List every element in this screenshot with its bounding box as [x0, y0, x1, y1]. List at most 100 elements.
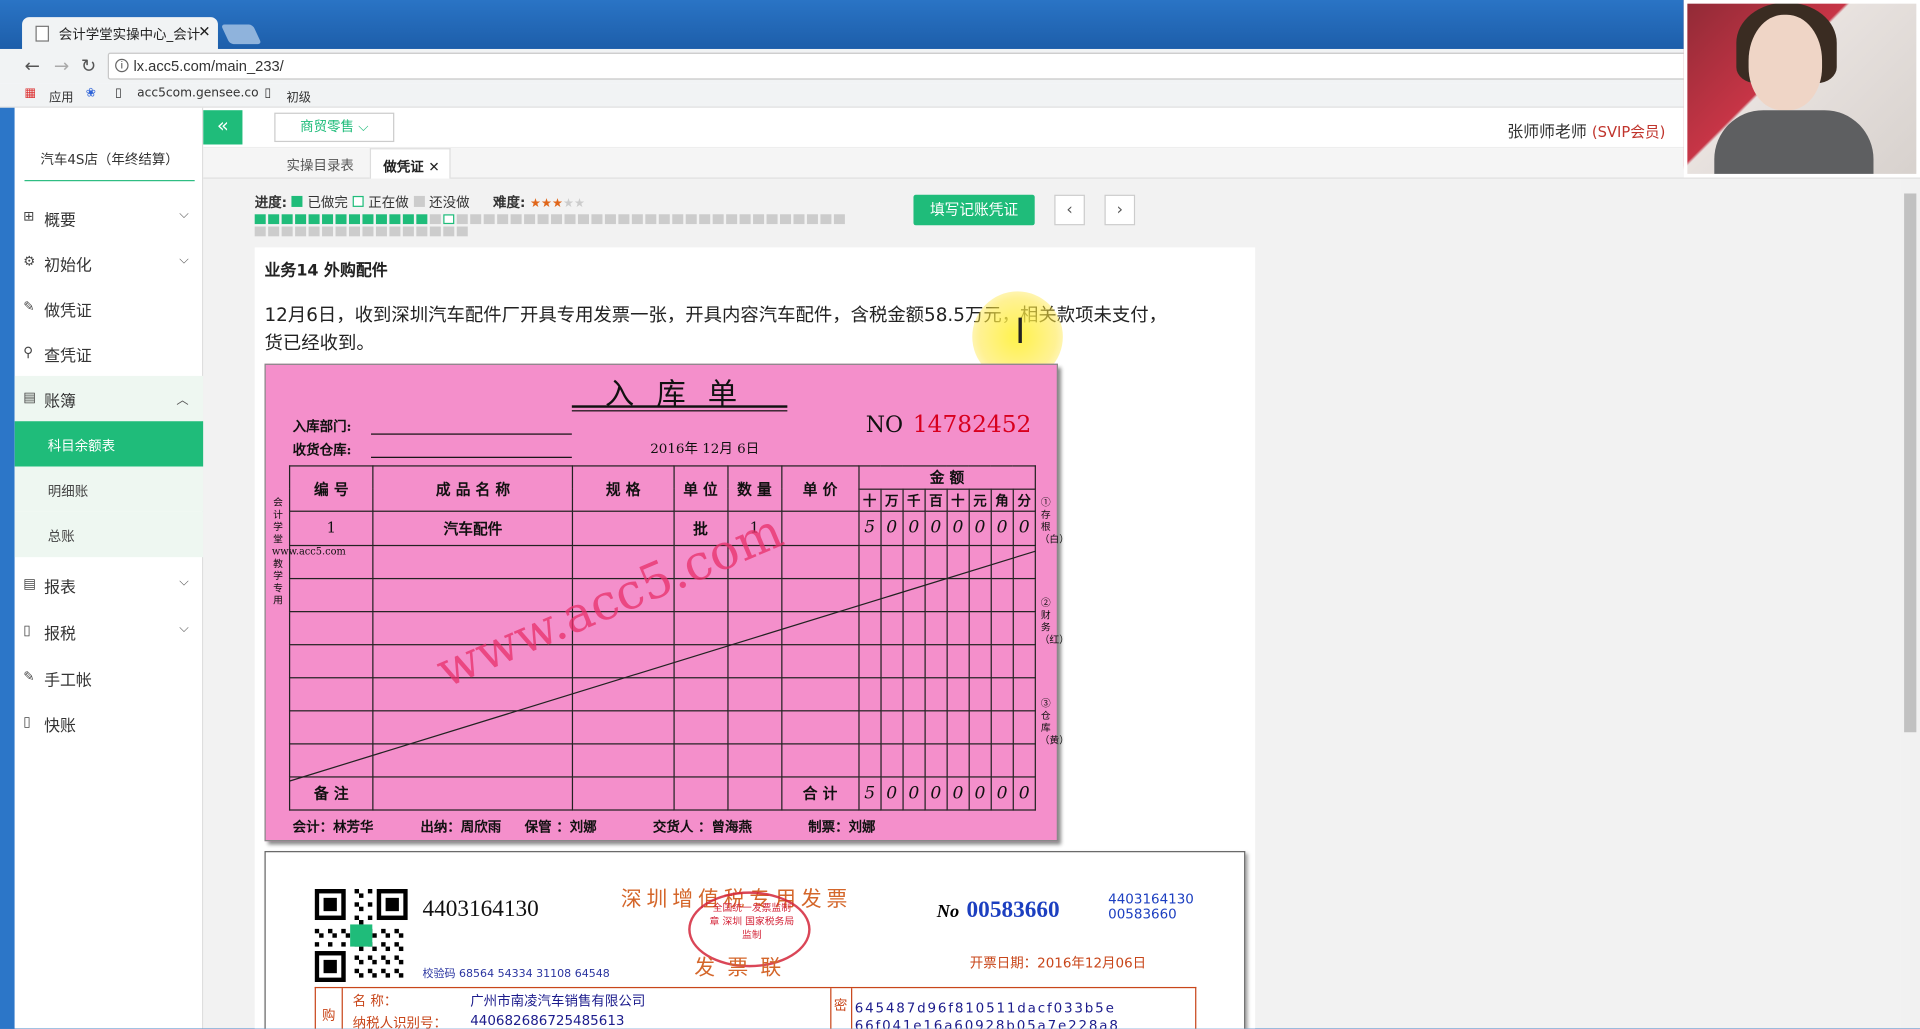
progress-cell[interactable] — [577, 214, 589, 225]
progress-cell[interactable] — [604, 214, 616, 225]
progress-cell[interactable] — [268, 214, 280, 225]
collapse-sidebar-button[interactable]: « — [203, 110, 243, 145]
progress-cell[interactable] — [308, 226, 320, 237]
progress-cell[interactable] — [699, 214, 711, 225]
sidebar-sub-detail[interactable]: 明细账 — [14, 466, 204, 512]
progress-cell[interactable] — [375, 226, 387, 237]
forward-icon[interactable]: → — [54, 55, 69, 77]
progress-cell[interactable] — [375, 214, 387, 225]
sidebar-item-query-voucher[interactable]: ⚲ 查凭证 — [15, 331, 204, 376]
progress-cell[interactable] — [631, 214, 643, 225]
scrollbar-thumb[interactable] — [1904, 193, 1917, 733]
progress-cell[interactable] — [362, 214, 374, 225]
progress-cell[interactable] — [429, 214, 441, 225]
progress-cell[interactable] — [389, 214, 401, 225]
progress-cell[interactable] — [551, 214, 563, 225]
sidebar-item-init[interactable]: ⚙ 初始化 ⌵ — [15, 240, 204, 285]
tab-make-voucher[interactable]: 做凭证 ✕ — [369, 148, 451, 179]
progress-cell[interactable] — [537, 214, 549, 225]
sidebar-sub-balance[interactable]: 科目余额表 — [14, 421, 204, 467]
progress-cell[interactable] — [806, 214, 818, 225]
progress-cell[interactable] — [793, 214, 805, 225]
progress-cell[interactable] — [429, 226, 441, 237]
sidebar-item-overview[interactable]: ⊞ 概要 ⌵ — [15, 195, 204, 240]
progress-cell[interactable] — [753, 214, 765, 225]
progress-cell[interactable] — [658, 214, 670, 225]
progress-cell[interactable] — [739, 214, 751, 225]
progress-cell[interactable] — [268, 226, 280, 237]
progress-cell[interactable] — [766, 214, 778, 225]
progress-cell[interactable] — [672, 214, 684, 225]
user-info[interactable]: 张师师老师 (SVIP会员) — [1507, 119, 1665, 142]
invoice-code: 4403164130 — [422, 896, 539, 923]
browser-tab[interactable]: 会计学堂实操中心_会计 ✕ — [22, 17, 218, 49]
progress-cell[interactable] — [308, 214, 320, 225]
progress-cell[interactable] — [510, 214, 522, 225]
progress-cell[interactable] — [348, 226, 361, 237]
sidebar-item-manual[interactable]: ✎ 手工帐 — [15, 655, 204, 700]
company-name[interactable]: 汽车4S店（年终结算） — [24, 142, 195, 182]
apps-icon[interactable]: ▦ — [24, 87, 36, 100]
progress-cell[interactable] — [456, 226, 468, 237]
prev-button[interactable]: ‹ — [1054, 194, 1085, 226]
progress-cell[interactable] — [416, 214, 428, 225]
buyer-name-label: 名 称： — [352, 993, 398, 1009]
progress-cell[interactable] — [281, 214, 293, 225]
close-icon[interactable]: ✕ — [198, 23, 210, 40]
progress-cell[interactable] — [402, 226, 414, 237]
sidebar-item-quick[interactable]: ▯ 快账 — [15, 700, 204, 745]
progress-cell[interactable] — [820, 214, 832, 225]
info-icon[interactable]: i — [115, 58, 129, 73]
sidebar-item-tax[interactable]: ▯ 报税 ⌵ — [15, 609, 204, 654]
sidebar-sub-general[interactable]: 总账 — [14, 511, 204, 558]
progress-cell[interactable] — [416, 226, 428, 237]
progress-cell[interactable] — [335, 226, 347, 237]
progress-cell[interactable] — [254, 226, 266, 237]
progress-cell[interactable] — [470, 214, 482, 225]
progress-cell[interactable] — [483, 214, 495, 225]
progress-cell[interactable] — [322, 226, 334, 237]
progress-cell[interactable] — [726, 214, 738, 225]
reload-icon[interactable]: ↻ — [81, 55, 96, 77]
progress-cell[interactable] — [618, 214, 630, 225]
progress-cell[interactable] — [645, 214, 657, 225]
fill-voucher-button[interactable]: 填写记账凭证 — [913, 194, 1035, 226]
progress-cell[interactable] — [685, 214, 697, 225]
tax-id-label: 纳税人识别号： — [352, 1015, 447, 1029]
scrollbar[interactable] — [1900, 178, 1920, 1029]
progress-cell[interactable] — [295, 226, 307, 237]
progress-cell[interactable] — [456, 214, 468, 225]
bookmark-apps[interactable]: 应用 — [49, 87, 73, 105]
progress-cell[interactable] — [322, 214, 334, 225]
progress-cell[interactable] — [833, 214, 845, 225]
next-button[interactable]: › — [1104, 194, 1136, 226]
industry-dropdown[interactable]: 商贸零售 ⌵ — [274, 112, 395, 143]
receipt-date: 2016年 12月 6日 — [650, 440, 760, 457]
progress-cell[interactable] — [389, 226, 401, 237]
progress-cell[interactable] — [712, 214, 724, 225]
progress-cell[interactable] — [281, 226, 293, 237]
progress-cell[interactable] — [443, 214, 455, 225]
progress-cell[interactable] — [591, 214, 603, 225]
progress-cell[interactable] — [497, 214, 509, 225]
progress-cell[interactable] — [564, 214, 576, 225]
bookmark-chuji[interactable]: 初级 — [287, 87, 311, 105]
progress-cell[interactable] — [335, 214, 347, 225]
progress-cell[interactable] — [402, 214, 414, 225]
close-icon[interactable]: ✕ — [428, 159, 439, 175]
progress-cell[interactable] — [443, 226, 455, 237]
sidebar-item-make-voucher[interactable]: ✎ 做凭证 — [15, 285, 204, 330]
back-icon[interactable]: ← — [24, 55, 39, 77]
progress-cell[interactable] — [780, 214, 792, 225]
sidebar-item-ledger[interactable]: ▤ 账簿 ︿ — [14, 375, 204, 422]
bookmark-gensee[interactable]: acc5com.gensee.co — [137, 87, 258, 100]
progress-cell[interactable] — [254, 214, 266, 225]
url-input[interactable]: i lx.acc5.com/main_233/ — [107, 52, 1688, 80]
new-tab-button[interactable] — [220, 24, 262, 45]
tab-catalog[interactable]: 实操目录表 — [287, 148, 354, 179]
progress-cell[interactable] — [348, 214, 361, 225]
progress-cell[interactable] — [362, 226, 374, 237]
progress-cell[interactable] — [524, 214, 536, 225]
sidebar-item-report[interactable]: ▤ 报表 ⌵ — [15, 562, 204, 607]
progress-cell[interactable] — [295, 214, 307, 225]
